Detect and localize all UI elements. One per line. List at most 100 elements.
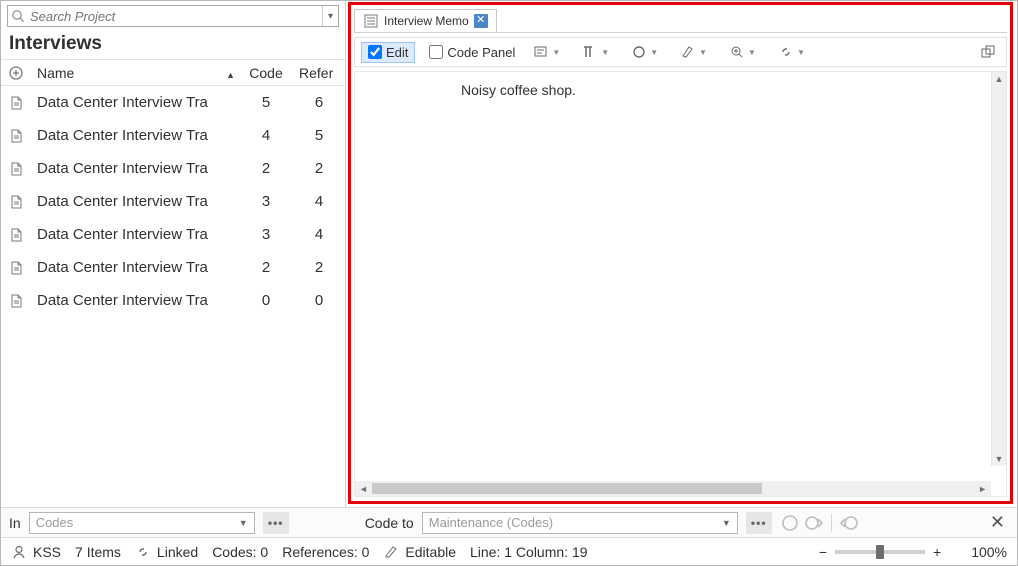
in-label: In: [9, 515, 21, 531]
add-item-icon[interactable]: [1, 65, 31, 81]
scroll-up-icon[interactable]: ▲: [995, 72, 1004, 86]
row-name: Data Center Interview Tra: [31, 160, 239, 177]
zoom-level: 100%: [971, 544, 1007, 560]
row-code: 3: [239, 193, 293, 210]
row-refer: 2: [293, 160, 345, 177]
document-icon: [1, 95, 31, 111]
zoom-out-icon[interactable]: −: [819, 544, 827, 560]
codes-count: Codes: 0: [212, 544, 268, 560]
table-header: Name▲ Code Refer: [1, 60, 345, 86]
editor-text: Noisy coffee shop.: [461, 82, 576, 98]
status-bar: KSS 7 Items Linked Codes: 0 References: …: [1, 537, 1017, 565]
annotations-menu[interactable]: ▼: [529, 41, 564, 63]
table-row[interactable]: Data Center Interview Tra45: [1, 119, 345, 152]
row-code: 2: [239, 160, 293, 177]
document-icon: [1, 161, 31, 177]
vertical-scrollbar[interactable]: ▲▼: [991, 72, 1006, 466]
paragraph-menu[interactable]: ▼: [578, 41, 613, 63]
pencil-icon: [383, 544, 399, 560]
column-name[interactable]: Name▲: [31, 65, 239, 81]
document-icon: [1, 194, 31, 210]
column-code[interactable]: Code: [239, 65, 293, 81]
zoom-control[interactable]: − + 100%: [819, 544, 1007, 560]
detach-icon: [980, 44, 996, 60]
close-tab-icon[interactable]: ✕: [474, 14, 488, 28]
column-refer[interactable]: Refer: [293, 65, 345, 81]
row-name: Data Center Interview Tra: [31, 127, 239, 144]
editable-indicator: Editable: [383, 544, 456, 560]
table-row[interactable]: Data Center Interview Tra22: [1, 251, 345, 284]
codepanel-toggle[interactable]: Code Panel: [429, 45, 515, 60]
zoom-slider[interactable]: [835, 550, 925, 554]
items-count: 7 Items: [75, 544, 121, 560]
document-icon: [1, 293, 31, 309]
edit-checkbox[interactable]: [368, 45, 382, 59]
sort-asc-icon: ▲: [226, 70, 235, 80]
cursor-position: Line: 1 Column: 19: [470, 544, 588, 560]
codeto-more-button[interactable]: •••: [746, 512, 772, 534]
user-indicator: KSS: [11, 544, 61, 560]
document-icon: [1, 128, 31, 144]
row-refer: 4: [293, 193, 345, 210]
table-row[interactable]: Data Center Interview Tra22: [1, 152, 345, 185]
highlight-menu[interactable]: ▼: [676, 41, 711, 63]
document-toolbar: Edit Code Panel ▼ ▼ ▼ ▼ ▼ ▼: [354, 37, 1007, 67]
row-name: Data Center Interview Tra: [31, 193, 239, 210]
row-refer: 0: [293, 292, 345, 309]
note-icon: [533, 44, 549, 60]
row-name: Data Center Interview Tra: [31, 292, 239, 309]
shape-menu[interactable]: ▼: [627, 41, 662, 63]
row-code: 2: [239, 259, 293, 276]
tab-label: Interview Memo: [384, 14, 469, 28]
link-icon: [135, 544, 151, 560]
horizontal-scrollbar[interactable]: ◄►: [355, 481, 991, 496]
row-refer: 4: [293, 226, 345, 243]
link-menu[interactable]: ▼: [774, 41, 809, 63]
codeto-select[interactable]: Maintenance (Codes)▼: [422, 512, 738, 534]
row-refer: 2: [293, 259, 345, 276]
link-icon: [778, 44, 794, 60]
search-field[interactable]: [28, 7, 322, 26]
right-panel: Interview Memo ✕ Edit Code Panel ▼ ▼ ▼ ▼…: [346, 1, 1017, 507]
close-bar-icon[interactable]: ✕: [986, 512, 1009, 533]
detach-button[interactable]: [976, 41, 1000, 63]
code-at-icon[interactable]: [780, 513, 802, 533]
row-refer: 5: [293, 127, 345, 144]
circle-icon: [631, 44, 647, 60]
in-select[interactable]: Codes▼: [29, 512, 255, 534]
codeto-label: Code to: [365, 515, 414, 531]
left-panel: ▾ Interviews Name▲ Code Refer Data Cente…: [1, 1, 346, 507]
table-row[interactable]: Data Center Interview Tra00: [1, 284, 345, 317]
rows-area: Data Center Interview Tra56Data Center I…: [1, 86, 345, 507]
code-in-icon[interactable]: [804, 513, 826, 533]
memo-icon: [363, 13, 379, 29]
tab-interview-memo[interactable]: Interview Memo ✕: [354, 9, 497, 32]
edit-toggle[interactable]: Edit: [361, 42, 415, 63]
zoom-menu[interactable]: ▼: [725, 41, 760, 63]
scroll-right-icon[interactable]: ►: [974, 484, 991, 494]
in-more-button[interactable]: •••: [263, 512, 289, 534]
table-row[interactable]: Data Center Interview Tra56: [1, 86, 345, 119]
scroll-down-icon[interactable]: ▼: [995, 452, 1004, 466]
search-icon: [8, 8, 28, 24]
search-dropdown-icon[interactable]: ▾: [322, 6, 338, 26]
row-name: Data Center Interview Tra: [31, 226, 239, 243]
editor-body[interactable]: Noisy coffee shop. ▲▼: [355, 72, 1006, 481]
chevron-down-icon: ▼: [716, 518, 731, 528]
zoom-in-icon[interactable]: +: [933, 544, 941, 560]
linked-indicator: Linked: [135, 544, 198, 560]
scroll-left-icon[interactable]: ◄: [355, 484, 372, 494]
row-refer: 6: [293, 94, 345, 111]
coding-mode-icons[interactable]: [780, 513, 859, 533]
row-code: 0: [239, 292, 293, 309]
codepanel-checkbox[interactable]: [429, 45, 443, 59]
paragraph-icon: [582, 44, 598, 60]
row-code: 5: [239, 94, 293, 111]
chevron-down-icon: ▼: [233, 518, 248, 528]
uncode-icon[interactable]: [837, 513, 859, 533]
row-code: 4: [239, 127, 293, 144]
table-row[interactable]: Data Center Interview Tra34: [1, 218, 345, 251]
table-row[interactable]: Data Center Interview Tra34: [1, 185, 345, 218]
search-project-input[interactable]: ▾: [7, 5, 339, 27]
document-icon: [1, 260, 31, 276]
